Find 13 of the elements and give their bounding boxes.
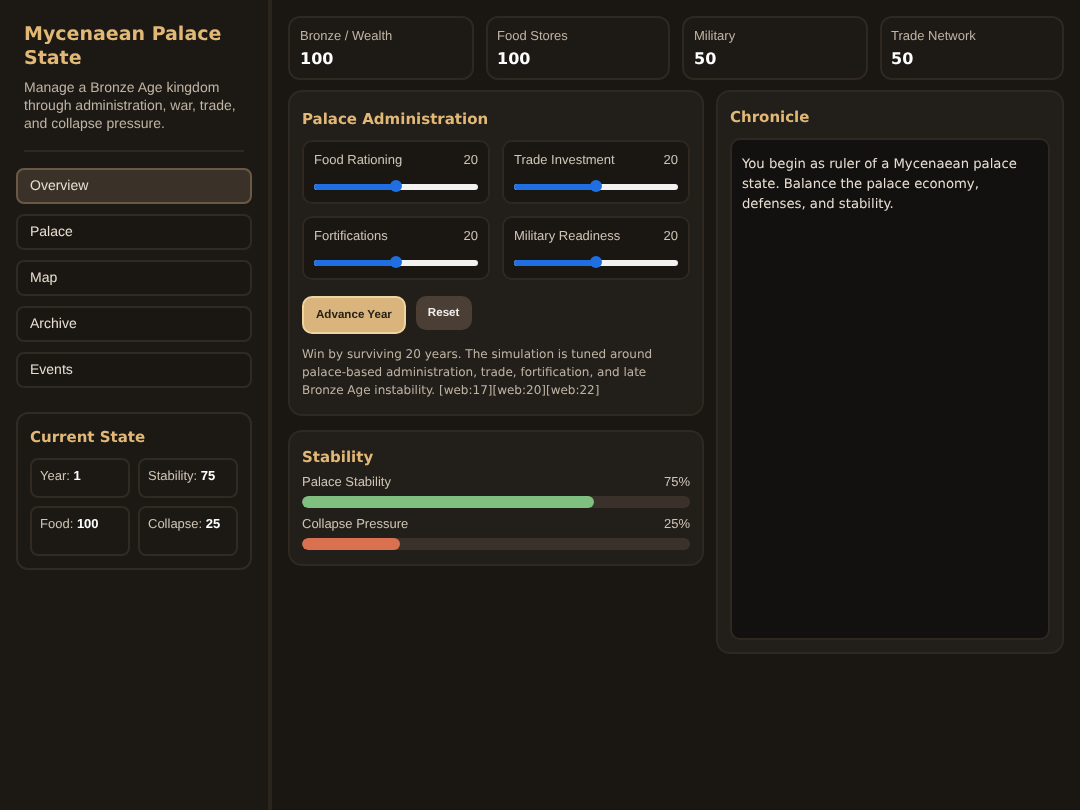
slider[interactable] xyxy=(514,180,678,192)
stat-value: 100 xyxy=(300,50,334,68)
slider-thumb[interactable] xyxy=(390,256,402,268)
stat-value: 100 xyxy=(497,50,531,68)
slider-thumb[interactable] xyxy=(590,256,602,268)
slider-thumb[interactable] xyxy=(390,180,402,192)
slider[interactable] xyxy=(514,256,678,268)
slider-thumb[interactable] xyxy=(590,180,602,192)
app-title: Mycenaean Palace State xyxy=(24,24,224,72)
stat-value: 50 xyxy=(891,50,914,68)
slider[interactable] xyxy=(314,256,478,268)
stat-value: 50 xyxy=(694,50,717,68)
slider[interactable] xyxy=(314,180,478,192)
